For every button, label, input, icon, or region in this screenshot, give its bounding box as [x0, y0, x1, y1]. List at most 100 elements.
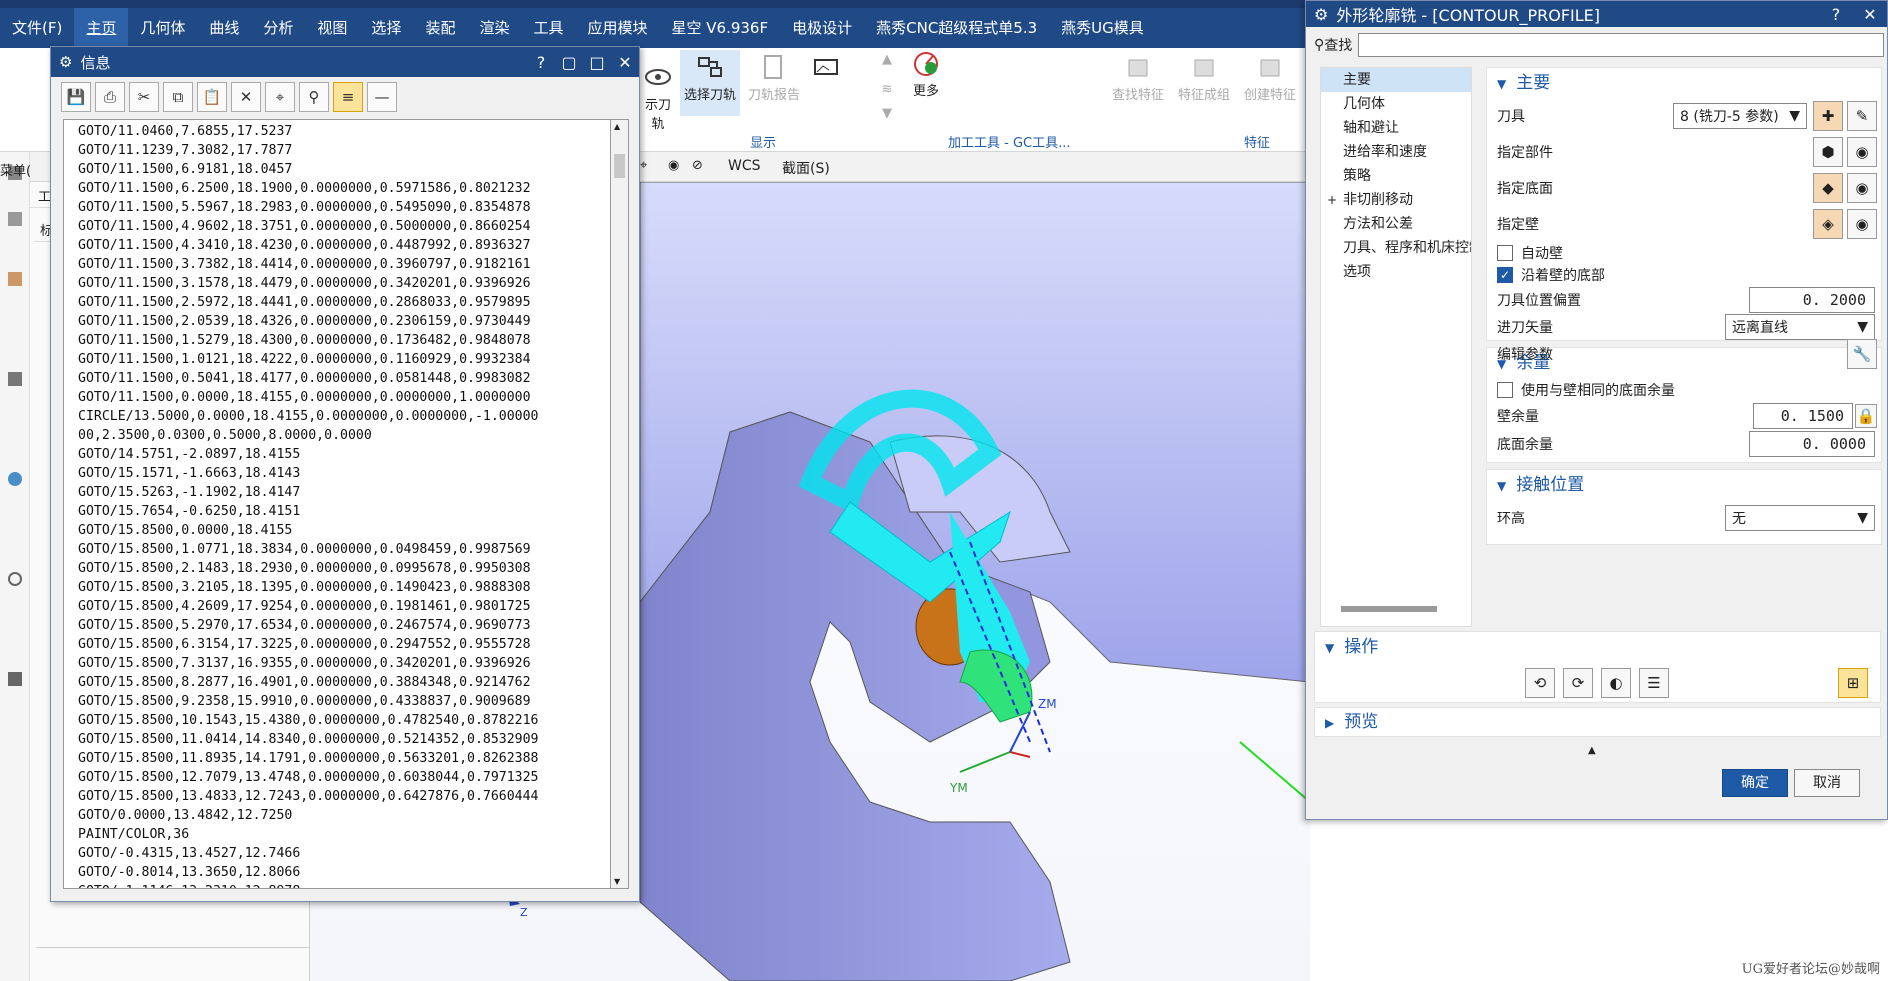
floor-stock-input[interactable]: 0. 0000	[1749, 431, 1875, 457]
scroll-thumb[interactable]	[614, 154, 625, 178]
close-icon[interactable]: ✕	[1853, 5, 1887, 24]
ring-height-select[interactable]: 无 ▼	[1725, 505, 1875, 531]
scroll-up-icon[interactable]: ▲	[614, 122, 620, 131]
menu-geometry[interactable]: 几何体	[128, 8, 197, 48]
resource-icon-5[interactable]	[8, 472, 22, 486]
cut-icon[interactable]: ✂	[129, 82, 159, 112]
tree-item-strategy[interactable]: 策略	[1321, 164, 1471, 188]
hide-icon[interactable]: ⊘	[692, 158, 703, 173]
arrow-up-icon[interactable]: ▲	[880, 52, 894, 67]
lock-icon[interactable]: 🔒	[1855, 404, 1877, 428]
ok-button[interactable]: 确定	[1722, 769, 1788, 797]
resource-icon-4[interactable]	[8, 372, 22, 386]
toolpath-report-button[interactable]: 刀轨报告	[744, 52, 804, 103]
tree-item-options[interactable]: 选项	[1321, 260, 1471, 284]
approach-vector-select[interactable]: 远离直线 ▼	[1725, 314, 1875, 340]
navigator-hscroll[interactable]	[36, 947, 316, 965]
menu-curve[interactable]: 曲线	[197, 8, 251, 48]
print-icon[interactable]: ⎙	[95, 82, 125, 112]
tree-item-geometry[interactable]: 几何体	[1321, 92, 1471, 116]
history-icon[interactable]	[8, 572, 22, 586]
new-tool-icon[interactable]: ✚	[1813, 101, 1843, 131]
menu-render[interactable]: 渲染	[467, 8, 521, 48]
edit-tool-icon[interactable]: ✎	[1847, 101, 1877, 131]
feature-group-button[interactable]: 特征成组	[1172, 52, 1236, 103]
resource-icon-3[interactable]	[8, 272, 22, 286]
crosshair-icon[interactable]: ⌖	[265, 82, 295, 112]
section-operations-header[interactable]: ▼ 操作	[1315, 632, 1880, 662]
info-scrollbar[interactable]: ▲ ▼	[611, 119, 629, 889]
menu-yanxiu-mold[interactable]: 燕秀UG模具	[1049, 8, 1156, 48]
scroll-down-icon[interactable]: ▼	[614, 877, 620, 886]
auto-wall-checkbox[interactable]	[1497, 245, 1513, 261]
replay-icon[interactable]: ⟳	[1563, 668, 1593, 698]
tree-item-feeds[interactable]: 进给率和速度	[1321, 140, 1471, 164]
section-preview-header[interactable]: ▶ 预览	[1315, 708, 1880, 736]
menu-view[interactable]: 视图	[305, 8, 359, 48]
verify-icon[interactable]: ◐	[1601, 668, 1631, 698]
find-icon[interactable]: ⚲	[299, 82, 329, 112]
save-icon[interactable]: 💾	[61, 82, 91, 112]
menu-electrode[interactable]: 电极设计	[780, 8, 864, 48]
group-process-tools-label[interactable]: 加工工具 - GC工具...	[948, 132, 1071, 151]
tree-item-main[interactable]: 主要	[1321, 68, 1471, 92]
tree-item-tool-program[interactable]: 刀具、程序和机床控制	[1321, 236, 1471, 260]
auto-wall-row[interactable]: 自动壁	[1487, 242, 1881, 264]
wrench-icon[interactable]: 🔧	[1847, 339, 1877, 369]
show-icon[interactable]: ◉	[668, 158, 679, 173]
help-icon[interactable]: ?	[527, 53, 555, 72]
cancel-button[interactable]: 取消	[1794, 769, 1860, 797]
mcs-icon[interactable]: ⌖	[640, 158, 647, 173]
tool-offset-input[interactable]: 0. 2000	[1749, 287, 1875, 313]
show-toolpath-button[interactable]: 示刀轨	[640, 62, 676, 132]
same-floor-stock-row[interactable]: 使用与壁相同的底面余量	[1487, 378, 1881, 402]
help-icon[interactable]: ?	[1819, 5, 1853, 24]
tool-select[interactable]: 8 (铣刀-5 参数) ▼	[1673, 103, 1807, 129]
find-feature-button[interactable]: 查找特征	[1106, 52, 1170, 103]
arrow-stack-icon[interactable]: ≋	[880, 82, 894, 97]
collapse-up-icon[interactable]: ▲	[1588, 745, 1596, 756]
delete-icon[interactable]: ✕	[231, 82, 261, 112]
tree-item-noncutting[interactable]: + 非切削移动	[1321, 188, 1471, 212]
section-main-header[interactable]: ▼ 主要	[1487, 68, 1881, 98]
menu-label[interactable]: 菜单(	[0, 160, 31, 179]
verify-toolpath-button[interactable]	[808, 54, 844, 86]
section-contact-header[interactable]: ▼ 接触位置	[1487, 470, 1881, 500]
expand-icon[interactable]: +	[1327, 188, 1337, 212]
tree-hscroll[interactable]	[1341, 606, 1437, 612]
info-text-area[interactable]: GOTO/11.0460,7.6855,17.5237 GOTO/11.1239,…	[63, 119, 611, 889]
maximize-icon[interactable]: □	[583, 53, 611, 72]
find-input[interactable]	[1358, 33, 1884, 57]
select-toolpath-button[interactable]: 选择刀轨	[680, 50, 740, 116]
display-floor-eye-icon[interactable]: ◉	[1847, 173, 1877, 203]
select-wall-icon[interactable]: ◈	[1813, 209, 1843, 239]
menu-analysis[interactable]: 分析	[251, 8, 305, 48]
arrow-down-icon[interactable]: ▼	[880, 106, 894, 121]
paste-icon[interactable]: 📋	[197, 82, 227, 112]
close-icon[interactable]: ✕	[611, 53, 639, 72]
create-feature-button[interactable]: 创建特征	[1238, 52, 1302, 103]
generate-icon[interactable]: ⟲	[1525, 668, 1555, 698]
menu-yanxiu-cnc[interactable]: 燕秀CNC超级程式单5.3	[864, 8, 1049, 48]
menu-file[interactable]: 文件(F)	[0, 8, 74, 48]
select-part-icon[interactable]: ⬢	[1813, 137, 1843, 167]
along-wall-floor-checkbox[interactable]: ✓	[1497, 267, 1513, 283]
menu-tools[interactable]: 工具	[521, 8, 575, 48]
resource-icon-7[interactable]	[8, 672, 22, 686]
wcs-dropdown[interactable]: WCS	[728, 158, 761, 174]
minimize-icon[interactable]: ▢	[555, 53, 583, 72]
along-wall-floor-row[interactable]: ✓ 沿着壁的底部	[1487, 264, 1881, 286]
menu-select[interactable]: 选择	[359, 8, 413, 48]
copy-icon[interactable]: ⧉	[163, 82, 193, 112]
section-dropdown[interactable]: 截面(S)	[782, 158, 830, 178]
menu-xingkong[interactable]: 星空 V6.936F	[660, 8, 781, 48]
display-part-eye-icon[interactable]: ◉	[1847, 137, 1877, 167]
more-button[interactable]: 更多	[906, 48, 946, 99]
list-icon[interactable]: ☰	[1639, 668, 1669, 698]
select-toolpath-icon[interactable]: ⊞	[1838, 668, 1868, 698]
tree-item-method[interactable]: 方法和公差	[1321, 212, 1471, 236]
display-wall-eye-icon[interactable]: ◉	[1847, 209, 1877, 239]
same-floor-stock-checkbox[interactable]	[1497, 382, 1513, 398]
wall-stock-input[interactable]: 0. 1500	[1753, 403, 1853, 429]
tree-item-axis[interactable]: 轴和避让	[1321, 116, 1471, 140]
